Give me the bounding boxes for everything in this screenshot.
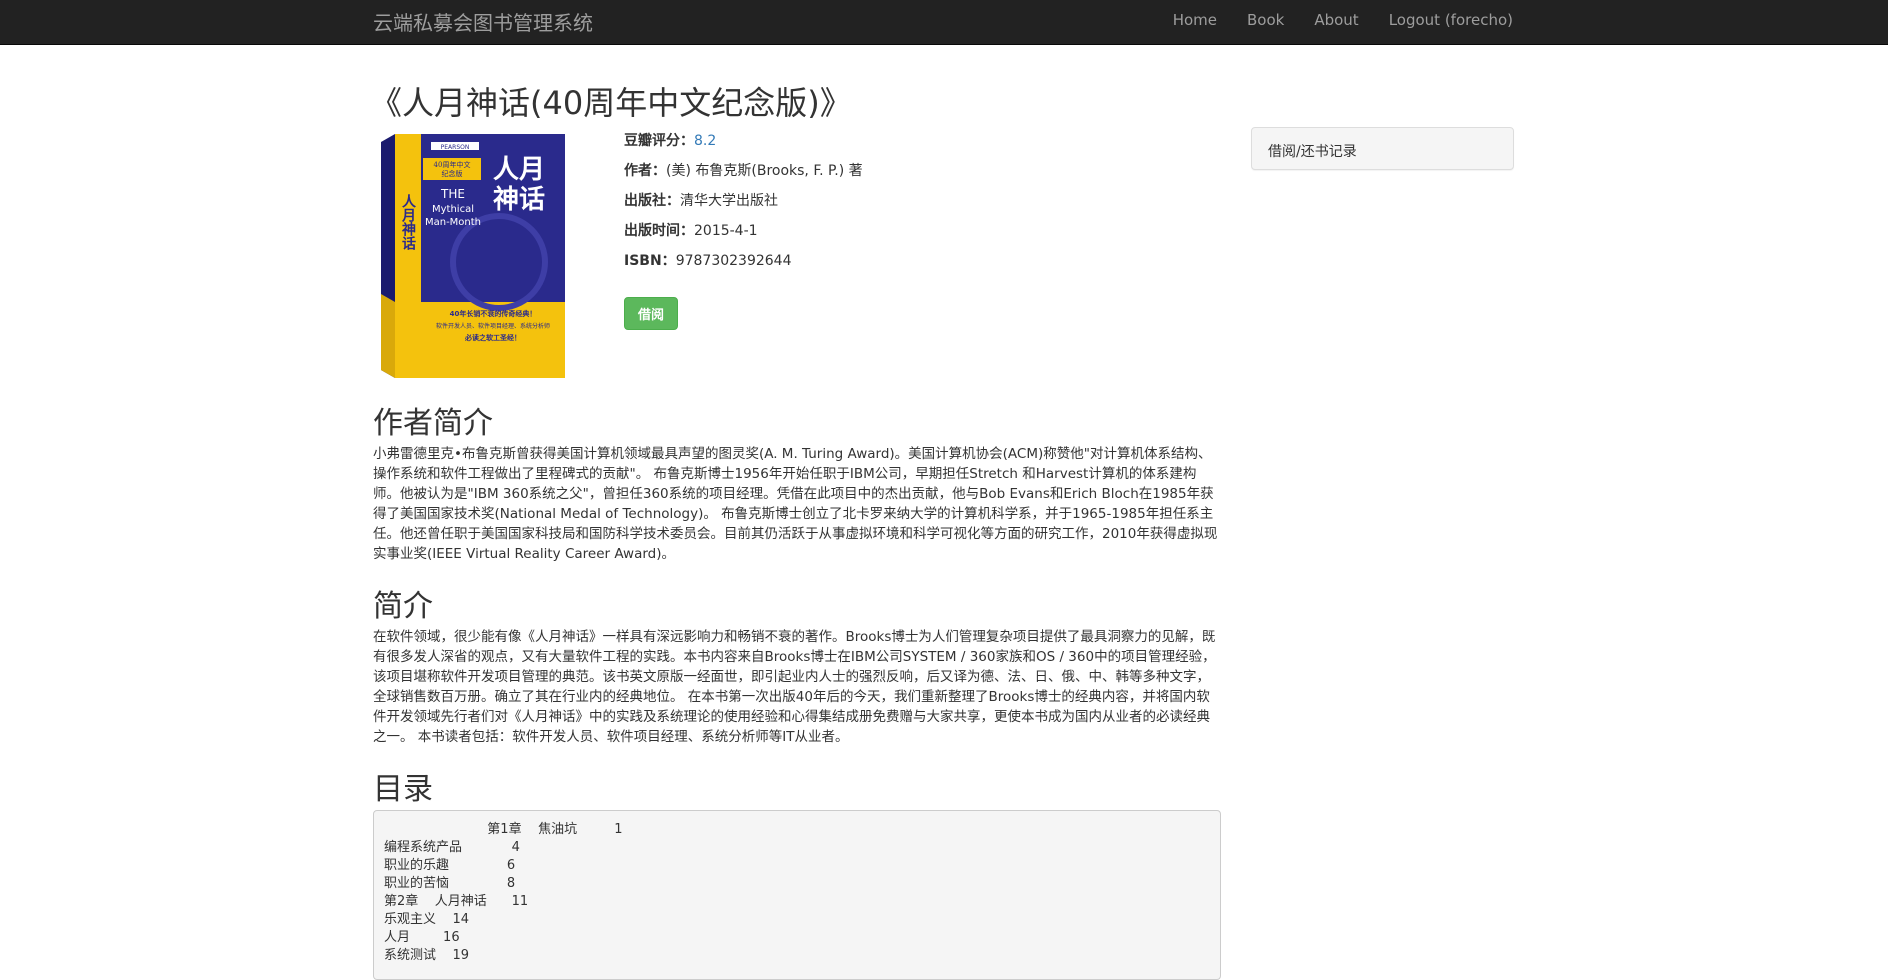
meta-label: 出版社： xyxy=(624,193,680,209)
borrow-history-panel: 借阅/还书记录 xyxy=(1251,127,1514,170)
summary-heading: 简介 xyxy=(373,589,433,624)
meta-value: 清华大学出版社 xyxy=(680,193,778,209)
cover-spine-title: 人月神话 xyxy=(400,193,417,251)
meta-publisher: 出版社：清华大学出版社 xyxy=(624,191,863,221)
toc-heading: 目录 xyxy=(373,772,433,807)
nav-book-link[interactable]: Book xyxy=(1232,11,1299,29)
meta-value: 2015-4-1 xyxy=(694,223,758,239)
nav-about-link[interactable]: About xyxy=(1299,11,1373,29)
rating-value[interactable]: 8.2 xyxy=(694,133,716,149)
cover-tagline-1: 40年长销不衰的传奇经典！ xyxy=(450,309,537,318)
navbar-brand[interactable]: 云端私募会图书管理系统 xyxy=(373,7,593,36)
cover-edition-line-2: 纪念版 xyxy=(442,169,463,178)
panel-title: 借阅/还书记录 xyxy=(1268,144,1357,160)
meta-isbn: ISBN：9787302392644 xyxy=(624,251,863,281)
author-intro-text: 小弗雷德里克•布鲁克斯曾获得美国计算机领域最具声望的图灵奖(A. M. Turi… xyxy=(373,446,1218,562)
cover-tagline-3: 必读之软工圣经！ xyxy=(464,333,521,342)
cover-en-line-1: THE xyxy=(440,187,465,201)
borrow-button[interactable]: 借阅 xyxy=(624,297,678,330)
book-meta: 豆瓣评分：8.2 作者：(美) 布鲁克斯(Brooks, F. P.) 著 出版… xyxy=(624,131,863,281)
meta-author: 作者：(美) 布鲁克斯(Brooks, F. P.) 著 xyxy=(624,161,863,191)
top-navbar: 云端私募会图书管理系统 Home Book About Logout (fore… xyxy=(0,0,1888,45)
meta-label: 豆瓣评分： xyxy=(624,133,694,149)
cover-tagline-2: 软件开发人员、软件项目经理、系统分析师 xyxy=(436,322,550,330)
cover-edition-line-1: 40周年中文 xyxy=(434,160,471,169)
cover-title-line-2: 神话 xyxy=(493,185,545,215)
meta-label: ISBN： xyxy=(624,253,676,269)
book-title: 《人月神话(40周年中文纪念版)》 xyxy=(370,84,852,122)
cover-title-line-1: 人月 xyxy=(493,155,545,185)
summary-text: 在软件领域，很少能有像《人月神话》一样具有深远影响力和畅销不衰的著作。Brook… xyxy=(373,629,1216,745)
meta-pubdate: 出版时间：2015-4-1 xyxy=(624,221,863,251)
meta-rating: 豆瓣评分：8.2 xyxy=(624,131,863,161)
author-heading: 作者简介 xyxy=(373,406,493,441)
nav-links: Home Book About Logout (forecho) xyxy=(1158,11,1513,29)
meta-label: 作者： xyxy=(624,163,666,179)
meta-label: 出版时间： xyxy=(624,223,694,239)
meta-value: (美) 布鲁克斯(Brooks, F. P.) 著 xyxy=(666,163,863,179)
nav-logout-link[interactable]: Logout (forecho) xyxy=(1374,11,1513,29)
cover-badge-text: PEARSON xyxy=(441,144,470,151)
cover-en-line-2: Mythical xyxy=(432,204,474,215)
toc-box: 第1章 焦油坑 1 编程系统产品 4 职业的乐趣 6 职业的苦恼 8 第2章 人… xyxy=(373,810,1221,980)
meta-value: 9787302392644 xyxy=(675,253,792,269)
cover-en-line-3: Man-Month xyxy=(425,217,481,228)
toc-text: 第1章 焦油坑 1 编程系统产品 4 职业的乐趣 6 职业的苦恼 8 第2章 人… xyxy=(384,822,623,963)
book-cover-image: PEARSON 40周年中文 纪念版 人月 神话 THE Mythical Ma… xyxy=(381,134,565,378)
nav-home-link[interactable]: Home xyxy=(1158,11,1232,29)
